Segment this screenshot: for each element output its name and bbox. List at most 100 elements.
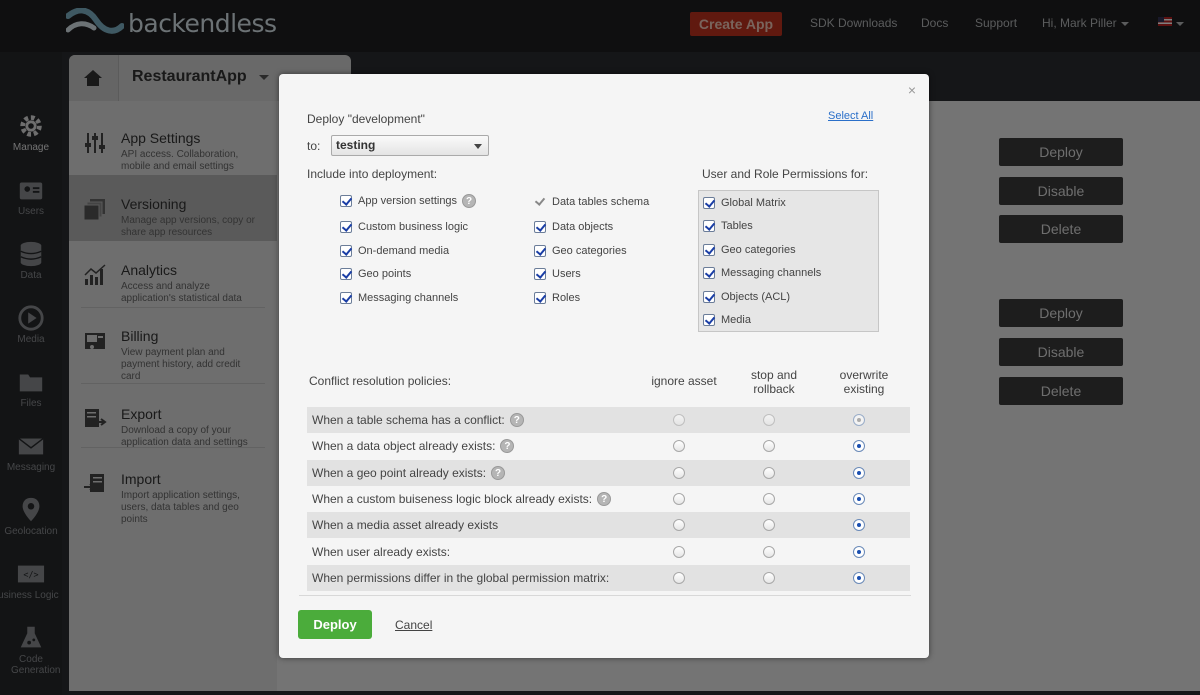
checkbox-label: Custom business logic [358,221,469,233]
target-version-select[interactable]: testing [331,135,489,156]
checkbox[interactable] [340,245,352,257]
policy-label: When a table schema has a conflict:? [312,413,524,427]
radio-ignore-asset[interactable] [673,519,685,532]
checkbox-label: Objects (ACL) [721,291,791,303]
include-users[interactable]: Users [534,266,581,282]
checkbox[interactable] [703,244,715,256]
radio-ignore-asset[interactable] [673,466,685,479]
checkbox[interactable] [703,197,715,209]
checkbox[interactable] [534,268,546,280]
policy-row: When a geo point already exists:? [307,459,910,486]
to-label: to: [307,139,321,153]
policy-label: When a data object already exists:? [312,439,515,454]
checkbox[interactable] [703,314,715,326]
policy-row: When permissions differ in the global pe… [307,564,910,591]
policy-row: When user already exists: [307,539,910,565]
radio-overwrite-existing[interactable] [853,545,865,558]
dialog-title: Deploy "development" [307,112,425,126]
checkbox-label: On-demand media [358,245,450,257]
radio-stop-rollback[interactable] [763,545,775,558]
checkbox-label: App version settings [358,195,458,207]
checkbox-label: Data tables schema [552,196,650,208]
radio-stop-rollback[interactable] [763,519,775,532]
policy-row: When a data object already exists:? [307,433,910,459]
policy-label-text: When a geo point already exists: [312,465,487,480]
radio-overwrite-existing[interactable] [853,519,865,532]
checkbox[interactable] [534,221,546,233]
radio-stop-rollback[interactable] [763,466,775,479]
policy-row: When a media asset already exists [307,512,910,539]
include-label: Include into deployment: [307,167,438,181]
checkbox[interactable] [703,220,715,232]
radio-ignore-asset[interactable] [673,571,685,584]
radio-overwrite-existing[interactable] [853,571,865,584]
checkbox-label: Data objects [552,221,614,233]
checkbox[interactable] [703,267,715,279]
radio-ignore-asset [673,414,685,426]
policy-label: When permissions differ in the global pe… [312,571,609,585]
radio-stop-rollback[interactable] [763,440,775,453]
include-on-demand-media[interactable]: On-demand media [340,243,449,259]
checkbox-label: Global Matrix [721,197,786,209]
perm-global-matrix[interactable]: Global Matrix [703,195,786,211]
perm-messaging-channels[interactable]: Messaging channels [703,265,821,281]
policy-label: When a media asset already exists [312,518,498,532]
radio-stop-rollback [763,414,775,426]
permissions-label: User and Role Permissions for: [702,167,869,181]
cancel-link[interactable]: Cancel [395,618,432,632]
include-roles[interactable]: Roles [534,290,580,306]
checkbox-label: Users [552,268,581,280]
footer-divider [299,595,911,596]
include-custom-business-logic[interactable]: Custom business logic [340,219,468,235]
include-geo-categories[interactable]: Geo categories [534,243,627,259]
perm-geo-categories[interactable]: Geo categories [703,242,796,258]
help-icon[interactable]: ? [509,413,524,427]
help-icon[interactable]: ? [597,491,612,506]
policy-label-text: When user already exists: [312,544,451,559]
checkbox-label: Geo categories [552,245,627,257]
radio-stop-rollback[interactable] [763,571,775,584]
perm-objects-acl[interactable]: Objects (ACL) [703,289,790,305]
checkbox-label: Messaging channels [358,292,459,304]
checkbox[interactable] [340,221,352,233]
policy-label: When a geo point already exists:? [312,465,506,480]
radio-ignore-asset[interactable] [673,545,685,558]
include-app-version-settings[interactable]: App version settings? [340,193,477,209]
checkbox[interactable] [340,292,352,304]
help-icon[interactable]: ? [500,439,515,454]
include-messaging-channels[interactable]: Messaging channels [340,290,458,306]
header-stop-rollback: stop and rollback [750,368,798,396]
help-icon[interactable]: ? [491,465,506,480]
checkbox-disabled [534,196,546,208]
close-icon[interactable]: × [908,82,916,98]
checkbox-label: Roles [552,292,581,304]
select-all-link[interactable]: Select All [828,110,873,122]
radio-overwrite-existing[interactable] [853,440,865,453]
conflict-label: Conflict resolution policies: [309,374,452,388]
radio-overwrite-existing[interactable] [853,466,865,479]
policy-label: When a custom buiseness logic block alre… [312,491,612,506]
deploy-button[interactable]: Deploy [298,610,372,639]
policy-row: When a table schema has a conflict:? [307,407,910,433]
policy-label-text: When permissions differ in the global pe… [312,570,610,585]
permissions-box [698,190,879,332]
include-data-objects[interactable]: Data objects [534,219,613,235]
checkbox[interactable] [703,291,715,303]
checkbox[interactable] [534,245,546,257]
radio-ignore-asset[interactable] [673,492,685,505]
help-icon[interactable]: ? [462,194,477,208]
perm-media[interactable]: Media [703,312,751,328]
radio-stop-rollback[interactable] [763,492,775,505]
checkbox[interactable] [340,268,352,280]
radio-ignore-asset[interactable] [673,440,685,453]
checkbox[interactable] [534,292,546,304]
include-data-tables-schema: Data tables schema [534,194,649,210]
checkbox-label: Messaging channels [721,267,822,279]
checkbox[interactable] [340,195,352,207]
perm-tables[interactable]: Tables [703,218,753,234]
checkbox-label: Geo points [358,268,412,280]
radio-overwrite-existing[interactable] [853,492,865,505]
include-geo-points[interactable]: Geo points [340,266,411,282]
radio-overwrite-existing [853,414,865,426]
deploy-dialog: × Deploy "development" Select All to: te… [279,74,929,658]
